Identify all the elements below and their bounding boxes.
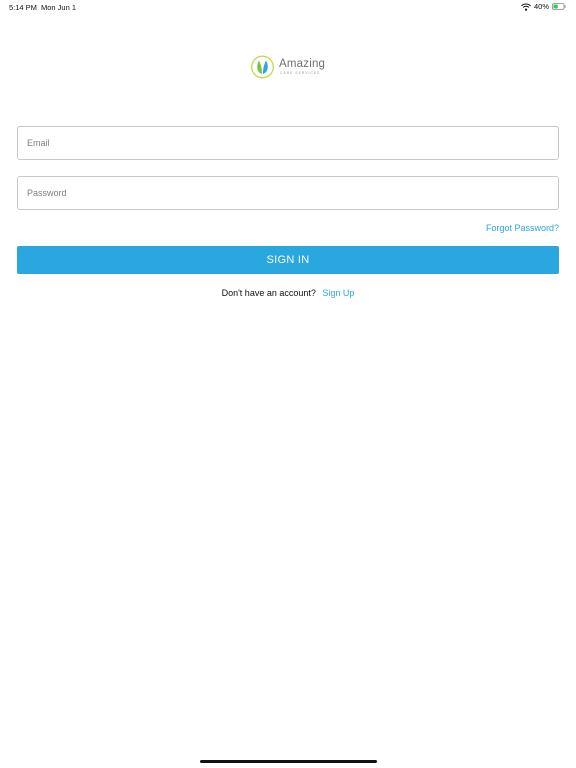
signup-row: Don't have an account? Sign Up	[0, 288, 576, 298]
email-field[interactable]	[18, 127, 558, 159]
sign-in-button[interactable]: SIGN IN	[17, 246, 559, 274]
app-logo: Amazing CARE SERVICES	[251, 55, 325, 79]
status-bar: 5:14 PM Mon Jun 1 40%	[0, 0, 576, 14]
email-field-container	[17, 126, 559, 160]
status-date: Mon Jun 1	[41, 3, 77, 12]
logo-name: Amazing	[279, 58, 326, 71]
wifi-icon	[521, 3, 531, 11]
forgot-password-link[interactable]: Forgot Password?	[486, 223, 559, 233]
battery-percent: 40%	[533, 2, 549, 11]
password-field-container	[17, 176, 559, 210]
signup-prompt: Don't have an account?	[221, 288, 316, 298]
home-indicator[interactable]	[200, 760, 377, 763]
logo-subtitle: CARE SERVICES	[280, 70, 321, 75]
leaf-logo-icon	[251, 55, 274, 79]
status-time: 5:14 PM	[9, 3, 37, 12]
password-field[interactable]	[18, 177, 558, 209]
battery-icon	[552, 3, 566, 10]
sign-up-link[interactable]: Sign Up	[322, 288, 354, 298]
status-indicators: 40%	[521, 2, 566, 11]
